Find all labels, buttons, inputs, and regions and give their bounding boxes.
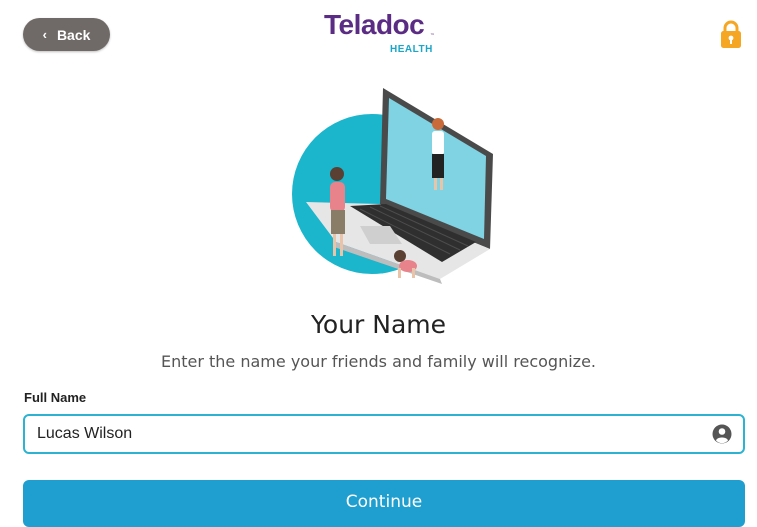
back-button[interactable]: ‹ Back	[23, 18, 110, 51]
continue-button[interactable]: Continue	[23, 480, 745, 527]
full-name-input[interactable]	[37, 416, 697, 452]
user-circle-icon	[712, 424, 732, 444]
logo-trademark: ™	[430, 33, 435, 39]
page-title: Your Name	[310, 310, 447, 339]
teladoc-health-logo: Teladoc ™ HEALTH	[318, 9, 448, 59]
lock-icon[interactable]	[718, 19, 744, 49]
telehealth-illustration	[290, 84, 510, 289]
chevron-left-icon: ‹	[42, 27, 47, 42]
logo-subtext: HEALTH	[390, 44, 433, 55]
logo-text: Teladoc	[324, 9, 425, 40]
full-name-label: Full Name	[24, 390, 87, 405]
page-subtitle: Enter the name your friends and family w…	[160, 352, 596, 371]
full-name-field[interactable]	[23, 414, 745, 454]
back-button-label: Back	[56, 26, 91, 43]
